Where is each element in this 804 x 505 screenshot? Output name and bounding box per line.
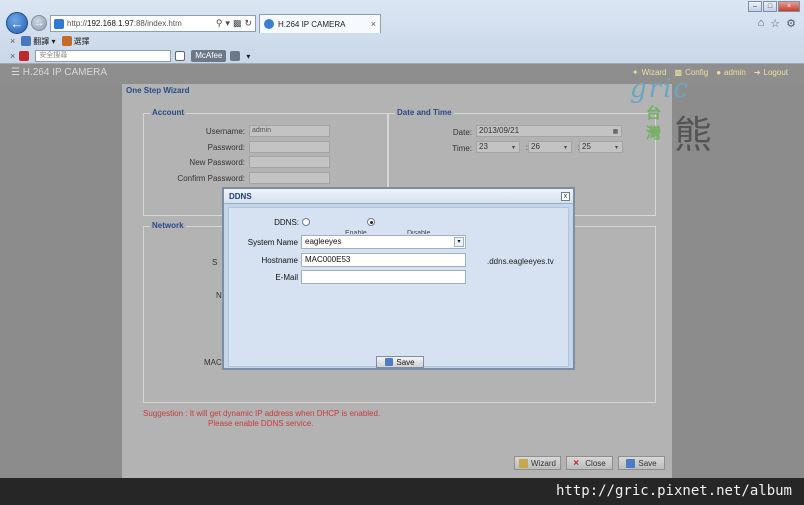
maximize-button[interactable]: □: [763, 1, 777, 12]
suggestion-line-1: Suggestion : It will get dynamic IP addr…: [143, 409, 381, 418]
ddns-dialog-header: DDNS x: [224, 189, 573, 204]
window-close-button[interactable]: ×: [778, 1, 800, 12]
save-button[interactable]: Save: [618, 456, 665, 470]
wizard-button[interactable]: Wizard: [514, 456, 561, 470]
ddns-save-button[interactable]: Save: [376, 356, 424, 368]
toolbar-close-icon[interactable]: ×: [10, 36, 15, 46]
toolbar-dropdown-icon[interactable]: ▾: [246, 52, 250, 61]
second-chevron-down-icon: ▾: [614, 145, 618, 151]
time-separator-1: :: [525, 143, 528, 152]
close-x-icon: ×: [573, 457, 580, 469]
wand-icon: [519, 458, 529, 468]
browser-chrome: ← → http://192.168.1.97:88/index.htm ⚲ ▾…: [0, 0, 804, 64]
mcafee-shield-icon: [19, 51, 30, 61]
account-legend: Account: [150, 108, 186, 117]
ddns-enable-label: Enable: [345, 230, 367, 234]
minute-select[interactable]: 26 ▾: [528, 141, 572, 153]
select-button[interactable]: 選擇: [61, 36, 90, 47]
footer-url: http://gric.pixnet.net/album: [555, 483, 792, 499]
nav-logout[interactable]: ➜ Logout: [754, 68, 788, 77]
tab-favicon: [264, 19, 274, 29]
minute-chevron-down-icon: ▾: [563, 145, 567, 151]
network-legend: Network: [150, 221, 186, 230]
confirm-password-label: Confirm Password:: [177, 174, 245, 183]
app-title: ☰ H.264 IP CAMERA: [11, 67, 108, 78]
page-icon: [54, 18, 64, 29]
wizard-title: One Step Wizard: [126, 86, 190, 95]
logout-icon: ➜: [753, 68, 761, 77]
toolbar-menu-icon[interactable]: [230, 51, 241, 61]
hour-chevron-down-icon: ▾: [511, 145, 515, 151]
search-icon[interactable]: ⚲: [216, 18, 223, 29]
compat-icon[interactable]: ▩: [233, 18, 242, 29]
forward-button[interactable]: →: [31, 15, 47, 31]
mcafee-toolbar: × 安全搜尋 McAfee ▾: [0, 49, 804, 63]
email-input[interactable]: [301, 270, 466, 284]
ddns-dialog-title: DDNS: [229, 192, 252, 201]
translate-icon: [21, 36, 32, 47]
browser-tab[interactable]: H.264 IP CAMERA ×: [259, 14, 381, 33]
disk-icon: [626, 458, 636, 468]
time-label: Time:: [452, 144, 472, 153]
settings-gear-icon[interactable]: ⚙: [786, 17, 796, 30]
home-icon[interactable]: ⌂: [758, 17, 765, 30]
confirm-password-input[interactable]: [249, 172, 330, 184]
username-label: Username:: [205, 127, 245, 136]
system-name-select[interactable]: eagleeyes ▾: [301, 235, 466, 249]
address-bar[interactable]: http://192.168.1.97:88/index.htm ⚲ ▾ ▩ ↻: [50, 15, 256, 32]
favorites-icon[interactable]: ☆: [770, 17, 780, 30]
ddns-dialog-body: [228, 207, 569, 367]
close-button[interactable]: × Close: [566, 456, 613, 470]
datetime-legend: Date and Time: [395, 108, 454, 117]
logo-tw-text: 台: [646, 105, 662, 122]
url-text: http://192.168.1.97:88/index.htm: [67, 19, 182, 28]
minimize-button[interactable]: –: [748, 1, 762, 12]
ddns-close-icon[interactable]: x: [561, 192, 570, 201]
password-input[interactable]: [249, 141, 330, 153]
refresh-icon[interactable]: ↻: [244, 18, 252, 29]
tab-title: H.264 IP CAMERA: [278, 19, 346, 29]
translate-button[interactable]: 翻譯 ▾: [21, 36, 56, 47]
ddns-disable-label: Disable: [407, 230, 431, 234]
email-label: E-Mail: [275, 273, 298, 282]
hostname-input[interactable]: MAC000E53: [301, 253, 466, 267]
suggestion-line-2: Please enable DDNS service.: [208, 419, 314, 428]
mcafee-button[interactable]: McAfee: [191, 50, 227, 62]
password-label: Password:: [207, 143, 245, 152]
ddns-enable-radio[interactable]: [367, 218, 375, 226]
date-label: Date:: [452, 128, 472, 137]
footer-bar: http://gric.pixnet.net/album: [0, 478, 804, 505]
hostname-suffix: .ddns.eagleeyes.tv: [487, 257, 554, 266]
search-go-icon[interactable]: [175, 51, 186, 61]
hostname-label: Hostname: [261, 256, 298, 265]
translate-toolbar: × 翻譯 ▾ 選擇: [0, 34, 804, 48]
toolbar2-close-icon[interactable]: ×: [10, 51, 15, 61]
logo-gric-text: gric: [630, 74, 690, 104]
select-icon: [61, 36, 72, 47]
network-label-partial-1: S: [212, 258, 218, 267]
system-name-label: System Name: [247, 238, 298, 247]
dropdown-icon[interactable]: ▾: [225, 18, 230, 29]
ddns-disable-radio[interactable]: [302, 218, 310, 226]
hour-select[interactable]: 23 ▾: [476, 141, 520, 153]
date-input[interactable]: 2013/09/21 ▦: [476, 125, 622, 137]
logo-tw-text-2: 灣: [646, 125, 662, 142]
logo-bear-text: 熊: [674, 113, 713, 157]
back-button[interactable]: ←: [6, 12, 28, 34]
calendar-icon[interactable]: ▦: [611, 127, 620, 135]
disk-icon: [385, 358, 394, 366]
new-password-label: New Password:: [189, 158, 245, 167]
suggestion-text: Suggestion : It will get dynamic IP addr…: [143, 409, 380, 429]
tab-close-icon[interactable]: ×: [371, 19, 376, 29]
second-select[interactable]: 25 ▾: [579, 141, 623, 153]
watermark-logo: gric 台 灣 熊: [626, 74, 724, 158]
username-input[interactable]: admin: [249, 125, 330, 137]
system-name-chevron-down-icon: ▾: [454, 237, 464, 247]
new-password-input[interactable]: [249, 156, 330, 168]
safe-search-input[interactable]: 安全搜尋: [35, 50, 172, 62]
ddns-label: DDNS:: [274, 218, 299, 227]
